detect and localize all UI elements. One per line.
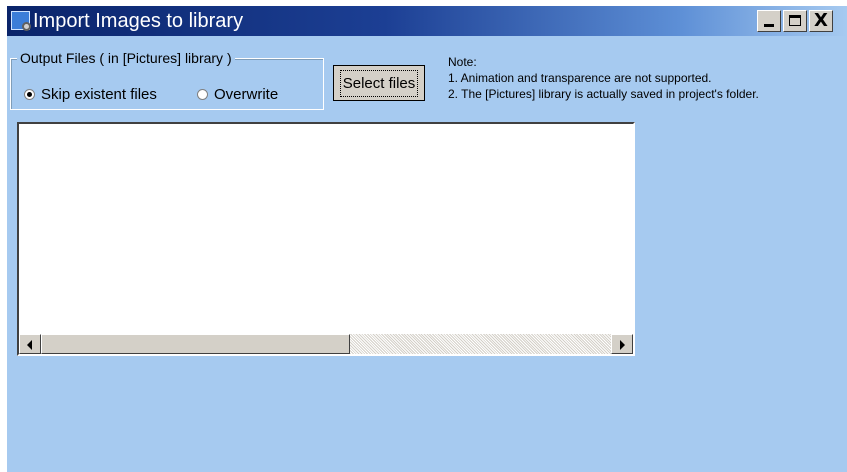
close-icon: X [814, 10, 828, 31]
skip-existent-radio[interactable]: Skip existent files [24, 85, 157, 103]
close-button[interactable]: X [809, 10, 833, 32]
maximize-button[interactable] [783, 10, 807, 32]
radio-checked-icon [24, 88, 35, 100]
scroll-left-button[interactable] [19, 334, 41, 354]
minimize-button[interactable] [757, 10, 781, 32]
skip-existent-label: Skip existent files [41, 85, 157, 103]
note-block: Note: 1. Animation and transparence are … [448, 54, 759, 102]
overwrite-label: Overwrite [214, 85, 279, 103]
note-line-2: 2. The [Pictures] library is actually sa… [448, 87, 759, 101]
select-files-button[interactable]: Select files [333, 65, 425, 101]
horizontal-scrollbar[interactable] [19, 334, 633, 354]
title-bar[interactable]: Import Images to library X [7, 6, 847, 36]
maximize-icon [789, 15, 801, 26]
output-files-legend: Output Files ( in [Pictures] library ) [17, 50, 235, 66]
note-heading: Note: [448, 55, 477, 69]
arrow-left-icon [27, 340, 32, 350]
arrow-right-icon [620, 340, 625, 350]
scroll-thumb[interactable] [41, 334, 350, 354]
minimize-icon [764, 24, 774, 27]
window-title: Import Images to library [33, 10, 244, 32]
import-images-window: Import Images to library X Output Files … [7, 6, 847, 472]
select-files-label: Select files [339, 69, 419, 97]
radio-unchecked-icon [197, 88, 208, 100]
scroll-right-button[interactable] [611, 334, 633, 354]
note-line-1: 1. Animation and transparence are not su… [448, 71, 712, 85]
file-list[interactable] [17, 122, 635, 356]
app-icon [11, 11, 31, 31]
overwrite-radio[interactable]: Overwrite [197, 85, 278, 103]
